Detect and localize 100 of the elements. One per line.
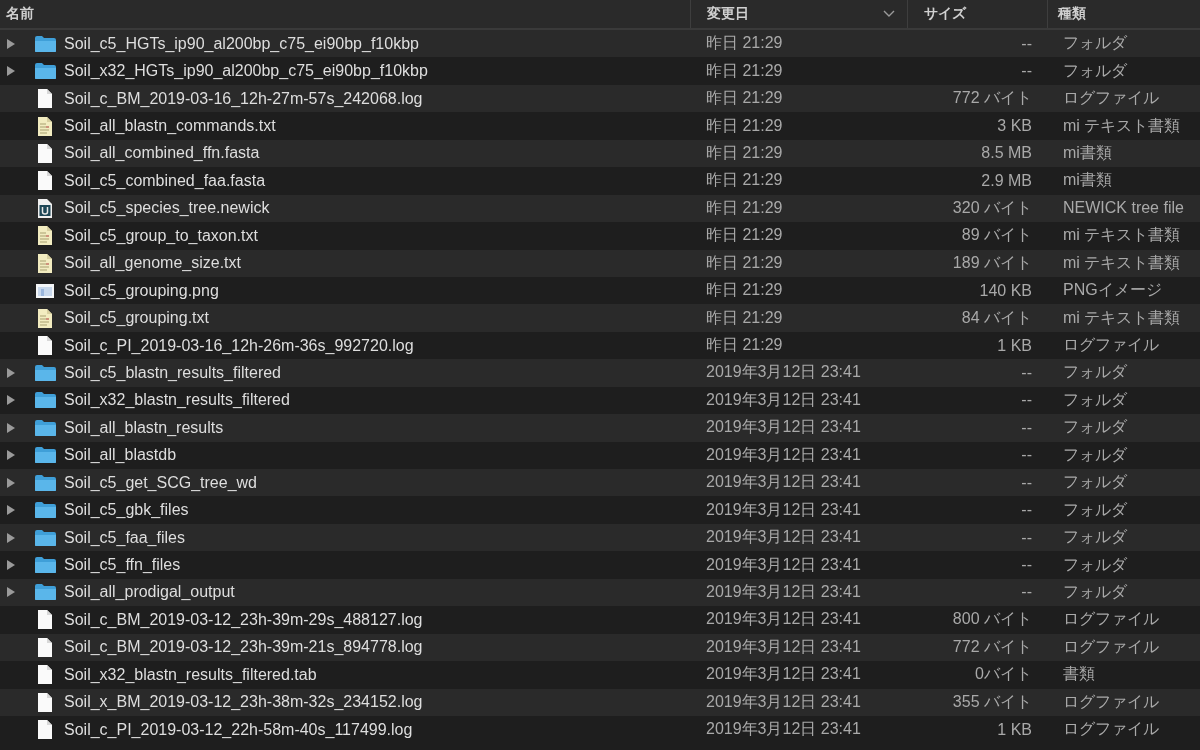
modified-date: 2019年3月12日 23:41	[706, 720, 861, 738]
disclosure-triangle-icon[interactable]	[6, 65, 16, 78]
file-size: 3 KB	[997, 117, 1032, 135]
file-size: --	[1021, 34, 1032, 52]
file-name[interactable]: Soil_c5_combined_faa.fasta	[64, 171, 266, 190]
file-name[interactable]: Soil_c_BM_2019-03-16_12h-27m-57s_242068.log	[64, 89, 423, 108]
modified-date: 昨日 21:29	[706, 34, 783, 52]
file-name[interactable]: Soil_all_blastn_commands.txt	[64, 117, 276, 136]
file-kind: NEWICK tree file	[1063, 199, 1184, 217]
file-kind: フォルダ	[1063, 61, 1127, 79]
file-name[interactable]: Soil_c5_get_SCG_tree_wd	[64, 473, 257, 492]
modified-date: 昨日 21:29	[706, 336, 783, 354]
disclosure-triangle-icon[interactable]	[6, 531, 16, 544]
modified-date: 2019年3月12日 23:41	[706, 390, 861, 408]
file-kind: ログファイル	[1063, 637, 1159, 655]
modified-date: 昨日 21:29	[706, 171, 783, 189]
modified-date: 2019年3月12日 23:41	[706, 418, 861, 436]
file-name[interactable]: Soil_x32_blastn_results_filtered.tab	[64, 665, 317, 684]
file-name[interactable]: Soil_all_blastdb	[64, 446, 177, 465]
document-icon	[37, 88, 53, 110]
file-size: 2.9 MB	[981, 171, 1032, 189]
file-kind: mi テキスト書類	[1063, 116, 1181, 134]
folder-icon	[33, 583, 57, 602]
file-name[interactable]: Soil_c_PI_2019-03-12_22h-58m-40s_117499.log	[64, 720, 413, 739]
column-header[interactable]: 名前	[0, 0, 690, 28]
file-name[interactable]: Soil_all_combined_ffn.fasta	[64, 144, 260, 163]
modified-date: 2019年3月12日 23:41	[706, 473, 861, 491]
file-size: --	[1021, 363, 1032, 381]
file-size: --	[1021, 528, 1032, 546]
file-kind: フォルダ	[1063, 445, 1127, 463]
file-kind: フォルダ	[1063, 390, 1127, 408]
file-size: 84 バイト	[961, 308, 1032, 326]
modified-date: 2019年3月12日 23:41	[706, 555, 861, 573]
column-header[interactable]: 種類	[1047, 0, 1200, 28]
disclosure-triangle-icon[interactable]	[6, 504, 16, 517]
document-icon	[37, 609, 53, 631]
file-size: --	[1021, 583, 1032, 601]
disclosure-triangle-icon[interactable]	[6, 37, 16, 50]
modified-date: 2019年3月12日 23:41	[706, 637, 861, 655]
chevron-down-icon[interactable]	[883, 10, 895, 18]
disclosure-triangle-icon[interactable]	[6, 586, 16, 599]
file-name[interactable]: Soil_c_BM_2019-03-12_23h-39m-21s_894778.log	[64, 638, 423, 657]
file-size: 89 バイト	[961, 226, 1032, 244]
file-name[interactable]: Soil_all_prodigal_output	[64, 583, 235, 602]
document-icon	[37, 664, 53, 686]
file-name[interactable]: Soil_x32_blastn_results_filtered	[64, 391, 290, 410]
file-size: 800 バイト	[952, 610, 1032, 628]
folder-icon	[33, 528, 57, 547]
file-size: 772 バイト	[952, 637, 1032, 655]
file-kind: フォルダ	[1063, 363, 1127, 381]
file-name[interactable]: Soil_c5_species_tree.newick	[64, 199, 270, 218]
file-name[interactable]: Soil_c5_grouping.txt	[64, 309, 209, 328]
modified-date: 昨日 21:29	[706, 281, 783, 299]
column-header[interactable]: 変更日	[690, 0, 907, 28]
file-name[interactable]: Soil_c_PI_2019-03-16_12h-26m-36s_992720.log	[64, 336, 414, 355]
file-size: --	[1021, 556, 1032, 574]
file-size: --	[1021, 473, 1032, 491]
file-name[interactable]: Soil_c5_grouping.png	[64, 281, 219, 300]
file-kind: フォルダ	[1063, 418, 1127, 436]
text-file-icon	[37, 225, 53, 247]
file-kind: mi書類	[1063, 171, 1112, 189]
folder-icon	[33, 34, 57, 53]
modified-date: 昨日 21:29	[706, 89, 783, 107]
modified-date: 2019年3月12日 23:41	[706, 692, 861, 710]
file-name[interactable]: Soil_x32_HGTs_ip90_al200bp_c75_ei90bp_f10kbp	[64, 62, 428, 81]
image-file-icon	[35, 282, 55, 299]
file-size: --	[1021, 418, 1032, 436]
file-name[interactable]: Soil_all_blastn_results	[64, 418, 224, 437]
modified-date: 2019年3月12日 23:41	[706, 500, 861, 518]
column-header[interactable]: サイズ	[907, 0, 1047, 28]
file-size: --	[1021, 446, 1032, 464]
disclosure-triangle-icon[interactable]	[6, 421, 16, 434]
file-kind: フォルダ	[1063, 528, 1127, 546]
document-icon	[37, 719, 53, 741]
file-kind: フォルダ	[1063, 555, 1127, 573]
file-name[interactable]: Soil_x_BM_2019-03-12_23h-38m-32s_234152.log	[64, 693, 423, 712]
modified-date: 2019年3月12日 23:41	[706, 445, 861, 463]
modified-date: 昨日 21:29	[706, 226, 783, 244]
disclosure-triangle-icon[interactable]	[6, 559, 16, 572]
modified-date: 2019年3月12日 23:41	[706, 528, 861, 546]
file-size: 1 KB	[997, 720, 1032, 738]
disclosure-triangle-icon[interactable]	[6, 394, 16, 407]
disclosure-triangle-icon[interactable]	[6, 366, 16, 379]
file-kind: mi テキスト書類	[1063, 308, 1181, 326]
file-name[interactable]: Soil_c5_group_to_taxon.txt	[64, 226, 258, 245]
file-name[interactable]: Soil_all_genome_size.txt	[64, 254, 241, 273]
text-file-icon	[37, 307, 53, 329]
disclosure-triangle-icon[interactable]	[6, 449, 16, 462]
document-icon	[37, 170, 53, 192]
tree-file-icon	[37, 197, 53, 219]
file-size: 320 バイト	[952, 198, 1032, 216]
file-kind: ログファイル	[1063, 692, 1159, 710]
file-name[interactable]: Soil_c5_ffn_files	[64, 556, 181, 575]
file-name[interactable]: Soil_c5_HGTs_ip90_al200bp_c75_ei90bp_f10kbp	[64, 34, 419, 53]
disclosure-triangle-icon[interactable]	[6, 476, 16, 489]
file-name[interactable]: Soil_c5_faa_files	[64, 528, 185, 547]
file-name[interactable]: Soil_c_BM_2019-03-12_23h-39m-29s_488127.log	[64, 610, 423, 629]
folder-icon	[33, 62, 57, 81]
file-name[interactable]: Soil_c5_blastn_results_filtered	[64, 363, 281, 382]
file-name[interactable]: Soil_c5_gbk_files	[64, 501, 189, 520]
